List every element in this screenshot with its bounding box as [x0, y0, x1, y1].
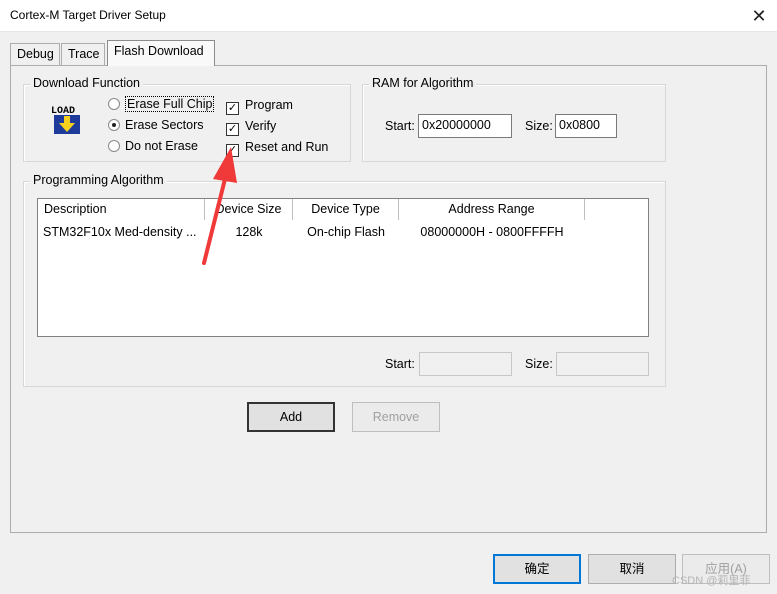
cancel-button[interactable]: 取消	[588, 554, 676, 584]
download-function-title: Download Function	[30, 76, 144, 90]
do-not-erase-radio[interactable]: Do not Erase	[108, 139, 198, 153]
algo-size-input[interactable]	[556, 352, 649, 376]
annotation-arrow-icon	[202, 147, 237, 265]
radio-indicator[interactable]	[108, 119, 120, 131]
tab-flash-download[interactable]: Flash Download	[107, 40, 215, 66]
algo-size-label: Size:	[525, 357, 553, 371]
radio-indicator[interactable]	[108, 98, 120, 110]
programming-algorithm-title: Programming Algorithm	[30, 173, 167, 187]
verify-label: Verify	[245, 119, 277, 133]
column-header-address-range[interactable]: Address Range	[399, 199, 585, 220]
program-checkbox[interactable]: ✓ Program	[226, 98, 293, 115]
radio-indicator[interactable]	[108, 140, 120, 152]
column-header-description[interactable]: Description	[38, 199, 205, 220]
check-icon[interactable]: ✓	[226, 102, 239, 115]
row-device-type: On-chip Flash	[307, 225, 385, 239]
reset-and-run-label: Reset and Run	[245, 140, 329, 154]
row-address-range: 08000000H - 0800FFFFH	[420, 225, 564, 239]
ram-for-algorithm-title: RAM for Algorithm	[369, 76, 477, 90]
ram-start-input[interactable]: 0x20000000	[418, 114, 512, 138]
watermark: CSDN @莉里菲	[672, 575, 751, 587]
column-header-filler	[585, 199, 648, 220]
do-not-erase-label: Do not Erase	[125, 139, 198, 153]
close-icon[interactable]: ✕	[744, 3, 774, 29]
ram-start-label: Start:	[385, 119, 415, 133]
algo-start-input[interactable]	[419, 352, 512, 376]
tab-debug[interactable]: Debug	[10, 43, 60, 65]
program-label: Program	[245, 98, 293, 112]
list-header: Description Device Size Device Type Addr…	[38, 199, 648, 220]
erase-sectors-label: Erase Sectors	[125, 118, 204, 132]
ram-size-label: Size:	[525, 119, 553, 133]
tab-trace[interactable]: Trace	[61, 43, 105, 65]
erase-sectors-radio[interactable]: Erase Sectors	[108, 118, 204, 132]
algo-start-label: Start:	[385, 357, 415, 371]
title-bar: Cortex-M Target Driver Setup ✕	[0, 0, 777, 32]
erase-full-chip-radio[interactable]: Erase Full Chip	[108, 96, 215, 112]
ram-size-input[interactable]: 0x0800	[555, 114, 617, 138]
erase-full-chip-label: Erase Full Chip	[125, 96, 215, 112]
window-title: Cortex-M Target Driver Setup	[10, 8, 166, 22]
load-icon: LOAD	[50, 102, 84, 136]
column-header-device-type[interactable]: Device Type	[293, 199, 399, 220]
algorithm-list[interactable]: Description Device Size Device Type Addr…	[37, 198, 649, 337]
add-button[interactable]: Add	[247, 402, 335, 432]
row-description: STM32F10x Med-density ...	[43, 225, 197, 239]
verify-checkbox[interactable]: ✓ Verify	[226, 119, 276, 136]
remove-button[interactable]: Remove	[352, 402, 440, 432]
ok-button[interactable]: 确定	[493, 554, 581, 584]
